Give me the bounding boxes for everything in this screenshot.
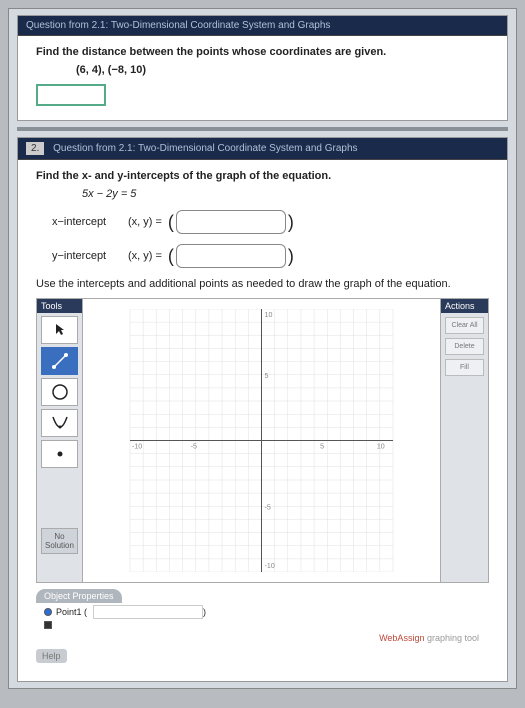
q1-header-text: Question from 2.1: Two-Dimensional Coord… [26, 20, 330, 31]
q1-header: Question from 2.1: Two-Dimensional Coord… [18, 16, 507, 36]
q2-equation: 5x − 2y = 5 [82, 188, 489, 200]
x-intercept-row: x−intercept (x, y) = ( ) [52, 210, 489, 234]
tool-name: graphing tool [424, 633, 479, 643]
object-properties-header: Object Properties [36, 589, 122, 603]
square-marker-icon [44, 621, 52, 629]
svg-text:-10: -10 [265, 562, 275, 570]
clear-all-button[interactable]: Clear All [445, 317, 484, 334]
no-solution-button[interactable]: No Solution [41, 528, 78, 554]
paren-close: ) [288, 212, 294, 233]
graph-canvas[interactable]: -10 -5 5 10 10 5 -5 -10 [83, 299, 440, 582]
point-coord-input[interactable] [93, 605, 203, 619]
tool-footer: WebAssign graphing tool [36, 631, 489, 645]
svg-text:-10: -10 [132, 443, 142, 451]
q2-header-text: Question from 2.1: Two-Dimensional Coord… [53, 143, 357, 154]
tool-point[interactable] [41, 440, 78, 468]
actions-header: Actions [441, 299, 488, 313]
parabola-icon [51, 415, 69, 431]
x-intercept-label: x−intercept [52, 216, 128, 228]
q2-header: 2. Question from 2.1: Two-Dimensional Co… [18, 138, 507, 160]
tool-line[interactable] [41, 347, 78, 375]
section-divider [17, 127, 508, 131]
help-button[interactable]: Help [36, 649, 67, 663]
tool-parabola[interactable] [41, 409, 78, 437]
line-icon [51, 352, 69, 370]
svg-text:10: 10 [377, 443, 385, 451]
q2-subtext: Use the intercepts and additional points… [36, 278, 489, 290]
paren-open: ( [168, 212, 174, 233]
object-properties-panel: Object Properties Point1 ( ) [36, 583, 489, 629]
svg-text:5: 5 [265, 372, 269, 380]
svg-text:-5: -5 [191, 443, 197, 451]
paren-open: ( [168, 246, 174, 267]
coordinate-grid: -10 -5 5 10 10 5 -5 -10 [89, 309, 434, 572]
second-property-row [44, 621, 481, 629]
y-intercept-input[interactable] [176, 244, 286, 268]
point-marker-icon [44, 608, 52, 616]
q2-body: Find the x- and y-intercepts of the grap… [18, 160, 507, 681]
xy-notation: (x, y) = [128, 250, 162, 262]
page-frame: Question from 2.1: Two-Dimensional Coord… [8, 8, 517, 689]
graphing-tool: Tools No Soluti [36, 298, 489, 583]
paren-close: ) [288, 246, 294, 267]
q1-prompt: Find the distance between the points who… [36, 46, 489, 58]
webassign-brand: WebAssign [379, 633, 424, 643]
point-label: Point1 ( [56, 607, 87, 617]
delete-button[interactable]: Delete [445, 338, 484, 355]
xy-notation: (x, y) = [128, 216, 162, 228]
fill-button[interactable]: Fill [445, 359, 484, 376]
y-intercept-row: y−intercept (x, y) = ( ) [52, 244, 489, 268]
q1-answer-input[interactable] [36, 84, 106, 106]
actions-column: Actions Clear All Delete Fill [440, 299, 488, 582]
x-intercept-input[interactable] [176, 210, 286, 234]
tool-pointer[interactable] [41, 316, 78, 344]
svg-text:10: 10 [265, 311, 273, 319]
question-1: Question from 2.1: Two-Dimensional Coord… [17, 15, 508, 121]
svg-text:5: 5 [320, 443, 324, 451]
tools-header: Tools [37, 299, 82, 313]
question-2: 2. Question from 2.1: Two-Dimensional Co… [17, 137, 508, 682]
point-property-row: Point1 ( ) [44, 605, 481, 619]
point-icon [55, 449, 65, 459]
tools-column: Tools No Soluti [37, 299, 83, 582]
tool-circle[interactable] [41, 378, 78, 406]
q2-prompt: Find the x- and y-intercepts of the grap… [36, 170, 489, 182]
pointer-icon [54, 323, 66, 337]
y-intercept-label: y−intercept [52, 250, 128, 262]
paren-close: ) [203, 607, 206, 617]
svg-text:-5: -5 [265, 503, 271, 511]
q1-body: Find the distance between the points who… [18, 36, 507, 120]
q1-coordinates: (6, 4), (−8, 10) [76, 64, 489, 76]
q2-number: 2. [26, 142, 44, 155]
circle-icon [51, 383, 69, 401]
